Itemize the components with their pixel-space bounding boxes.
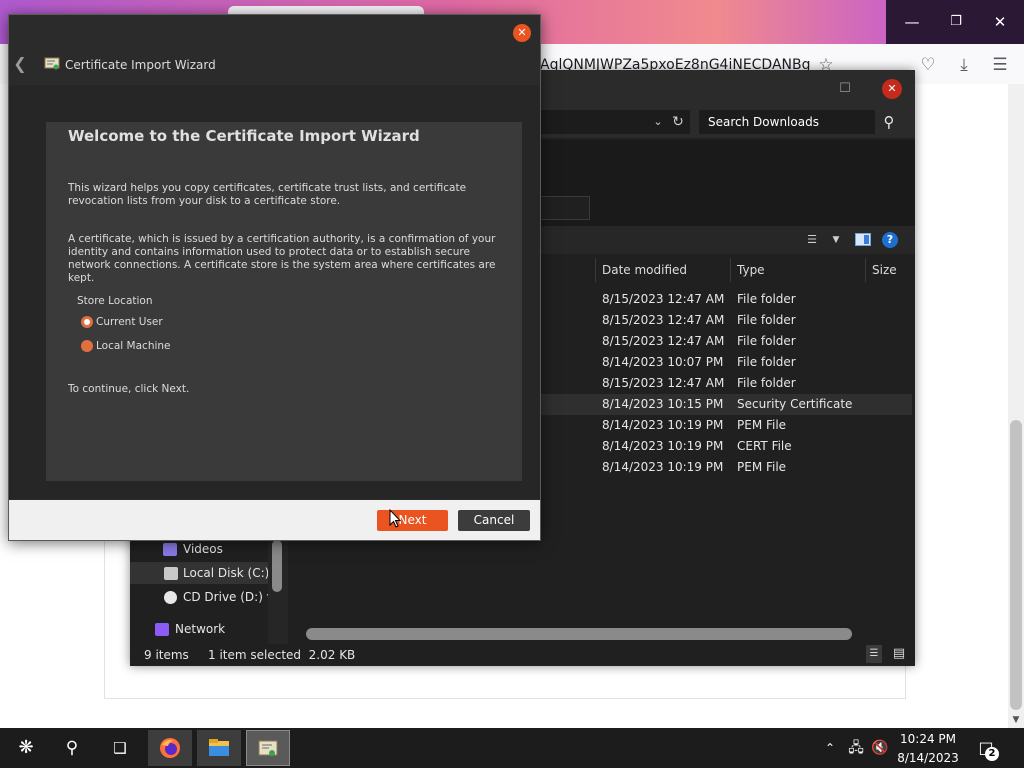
preview-pane-icon[interactable] bbox=[855, 233, 871, 246]
file-date: 8/14/2023 10:15 PM bbox=[602, 397, 724, 411]
column-date-modified[interactable]: Date modified bbox=[602, 262, 687, 278]
file-type: File folder bbox=[737, 292, 796, 306]
nav-item-cd-drive[interactable]: CD Drive (D:) vi bbox=[160, 586, 268, 608]
continue-instruction: To continue, click Next. bbox=[68, 383, 190, 395]
radio-current-user[interactable] bbox=[81, 316, 93, 328]
tiles-view-icon[interactable]: ▤ bbox=[890, 645, 908, 663]
certificate-icon bbox=[258, 740, 278, 756]
notification-count-badge: 2 bbox=[985, 747, 999, 761]
taskbar-firefox[interactable] bbox=[148, 730, 192, 766]
column-separator[interactable] bbox=[595, 258, 596, 282]
file-date: 8/15/2023 12:47 AM bbox=[602, 313, 725, 327]
wizard-close-icon[interactable]: ✕ bbox=[513, 24, 531, 42]
taskbar-file-explorer[interactable] bbox=[197, 730, 241, 766]
status-item-count: 9 items bbox=[144, 648, 189, 662]
radio-local-machine[interactable] bbox=[81, 340, 93, 352]
taskbar-certificate-wizard[interactable] bbox=[246, 730, 290, 766]
file-date: 8/14/2023 10:07 PM bbox=[602, 355, 724, 369]
file-date: 8/15/2023 12:47 AM bbox=[602, 376, 725, 390]
file-date: 8/14/2023 10:19 PM bbox=[602, 460, 724, 474]
explorer-close-icon[interactable]: ✕ bbox=[882, 79, 902, 99]
nav-scrollbar-thumb[interactable] bbox=[272, 540, 282, 592]
store-location-label: Store Location bbox=[77, 295, 153, 307]
column-size[interactable]: Size bbox=[872, 262, 897, 278]
clock-date[interactable]: 8/14/2023 bbox=[896, 750, 960, 766]
wizard-heading: Welcome to the Certificate Import Wizard bbox=[68, 127, 420, 145]
file-type: File folder bbox=[737, 334, 796, 348]
clock-time[interactable]: 10:24 PM bbox=[896, 731, 960, 747]
view-details-icon[interactable]: ☰ bbox=[803, 232, 821, 248]
search-placeholder: Search Downloads bbox=[708, 115, 819, 129]
restore-icon[interactable]: ❐ bbox=[946, 12, 966, 32]
file-type: File folder bbox=[737, 355, 796, 369]
task-view-icon[interactable]: ❑ bbox=[98, 730, 142, 766]
file-date: 8/15/2023 12:47 AM bbox=[602, 334, 725, 348]
ribbon-field[interactable] bbox=[540, 196, 590, 220]
file-date: 8/14/2023 10:19 PM bbox=[602, 439, 724, 453]
page-scrollbar-thumb[interactable] bbox=[1010, 420, 1022, 710]
hamburger-menu-icon[interactable]: ☰ bbox=[989, 54, 1011, 76]
radio-label-local-machine[interactable]: Local Machine bbox=[96, 339, 171, 353]
refresh-icon[interactable]: ↻ bbox=[669, 113, 687, 131]
next-button[interactable]: Next bbox=[377, 510, 448, 531]
browser-window-controls: — ❐ ✕ bbox=[886, 0, 1024, 44]
local-disk-icon bbox=[164, 567, 178, 580]
status-selection: 1 item selected 2.02 KB bbox=[208, 648, 356, 662]
cancel-button[interactable]: Cancel bbox=[458, 510, 530, 531]
file-date: 8/14/2023 10:19 PM bbox=[602, 418, 724, 432]
back-arrow-icon[interactable]: ❮ bbox=[12, 54, 28, 74]
dropdown-arrow-icon[interactable]: ▼ bbox=[830, 232, 842, 248]
nav-item-label: CD Drive (D:) vi bbox=[183, 590, 268, 604]
search-icon[interactable]: ⚲ bbox=[50, 730, 94, 766]
nav-item-videos[interactable]: Videos bbox=[160, 538, 268, 560]
column-type[interactable]: Type bbox=[737, 262, 765, 278]
videos-folder-icon bbox=[163, 543, 177, 556]
nav-item-label: Local Disk (C:) bbox=[183, 566, 270, 580]
column-separator[interactable] bbox=[865, 258, 866, 282]
mouse-cursor-icon bbox=[389, 509, 401, 528]
file-type: CERT File bbox=[737, 439, 792, 453]
start-icon[interactable]: ❋ bbox=[4, 730, 48, 766]
address-field[interactable] bbox=[540, 110, 690, 134]
horizontal-scrollbar-thumb[interactable] bbox=[306, 628, 852, 640]
radio-label-current-user[interactable]: Current User bbox=[96, 315, 163, 329]
maximize-icon[interactable]: ☐ bbox=[836, 80, 854, 98]
wizard-titlebar bbox=[9, 15, 540, 85]
help-icon[interactable]: ? bbox=[882, 232, 898, 248]
search-icon[interactable]: ⚲ bbox=[877, 110, 901, 134]
pocket-icon[interactable]: ♡ bbox=[917, 54, 939, 76]
file-explorer-icon bbox=[209, 739, 229, 756]
nav-item-label: Videos bbox=[183, 542, 223, 556]
wizard-title: Certificate Import Wizard bbox=[65, 58, 216, 72]
certificate-icon bbox=[44, 57, 60, 70]
file-type: File folder bbox=[737, 313, 796, 327]
file-type: File folder bbox=[737, 376, 796, 390]
wizard-intro-paragraph: This wizard helps you copy certificates,… bbox=[68, 182, 467, 207]
network-icon bbox=[155, 623, 169, 636]
file-date: 8/15/2023 12:47 AM bbox=[602, 292, 725, 306]
tray-chevron-up-icon[interactable]: ⌃ bbox=[822, 738, 838, 758]
firefox-icon bbox=[160, 738, 180, 758]
close-icon[interactable]: ✕ bbox=[990, 12, 1010, 32]
wizard-description-paragraph: A certificate, which is issued by a cert… bbox=[68, 233, 496, 284]
scroll-down-arrow-icon[interactable]: ▼ bbox=[1008, 712, 1024, 728]
column-separator[interactable] bbox=[730, 258, 731, 282]
volume-muted-icon[interactable]: 🔇 bbox=[870, 738, 890, 758]
nav-item-label: Network bbox=[175, 622, 226, 636]
nav-item-network[interactable]: Network bbox=[152, 618, 268, 640]
cd-drive-icon bbox=[164, 591, 177, 604]
file-type: PEM File bbox=[737, 418, 787, 432]
download-icon[interactable]: ⤓ bbox=[953, 54, 975, 76]
network-tray-icon[interactable]: 🖧 bbox=[846, 738, 866, 758]
chevron-down-icon[interactable]: ⌄ bbox=[650, 113, 666, 131]
file-type: PEM File bbox=[737, 460, 787, 474]
details-view-icon[interactable]: ☰ bbox=[866, 645, 882, 663]
file-type: Security Certificate bbox=[737, 397, 853, 411]
nav-item-local-disk[interactable]: Local Disk (C:) bbox=[130, 562, 270, 584]
minimize-icon[interactable]: — bbox=[902, 12, 922, 32]
